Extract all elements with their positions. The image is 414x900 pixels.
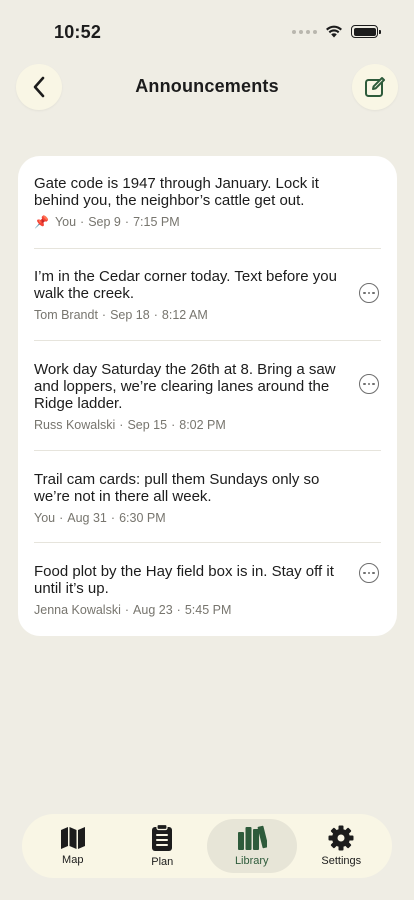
announcement-time: 8:12 AM (161, 308, 208, 322)
announcement-meta: You · Aug 31 · 6:30 PM (34, 511, 337, 525)
gear-icon (328, 825, 354, 851)
announcement-time: 8:02 PM (179, 418, 226, 432)
compose-button[interactable] (352, 64, 398, 110)
meta-separator: · (176, 603, 181, 617)
announcement-meta: Tom Brandt · Sep 18 · 8:12 AM (34, 308, 337, 322)
announcement-item[interactable]: Work day Saturday the 26th at 8. Bring a… (34, 341, 381, 451)
tab-settings[interactable]: Settings (297, 819, 387, 873)
announcement-text: I’m in the Cedar corner today. Text befo… (34, 268, 337, 302)
announcement-text: Trail cam cards: pull them Sundays only … (34, 471, 320, 505)
announcement-date: Aug 23 (133, 603, 173, 617)
compose-icon (365, 77, 385, 97)
map-icon (60, 827, 85, 849)
announcements-card: Gate code is 1947 through January. Lock … (18, 156, 397, 636)
pin-icon: 📌 (34, 215, 49, 229)
tab-label: Library (234, 855, 269, 867)
tab-label: Map (62, 854, 84, 866)
tab-label: Settings (321, 855, 362, 867)
announcement-author: You (54, 215, 77, 229)
announcement-author: You (34, 511, 56, 525)
announcement-date: Sep 9 (88, 215, 121, 229)
tab-map[interactable]: Map (28, 819, 118, 873)
announcement-time: 7:15 PM (133, 215, 180, 229)
meta-separator: · (171, 418, 176, 432)
meta-separator: · (101, 308, 107, 322)
meta-separator: · (124, 215, 130, 229)
announcement-time: 5:45 PM (184, 603, 232, 617)
announcement-date: Sep 18 (110, 308, 150, 322)
battery-icon (351, 25, 381, 38)
more-options-button[interactable] (359, 283, 379, 303)
announcement-date: Sep 15 (127, 418, 168, 432)
meta-separator: · (124, 603, 130, 617)
announcement-time: 6:30 PM (119, 511, 166, 525)
announcement-author: Jenna Kowalski (34, 603, 121, 617)
announcement-meta: Jenna Kowalski · Aug 23 · 5:45 PM (34, 603, 337, 617)
announcement-text: Work day Saturday the 26th at 8. Bring a… (34, 361, 336, 412)
meta-separator: · (59, 511, 64, 525)
tab-label: Plan (151, 856, 174, 868)
status-icons (292, 25, 381, 38)
books-icon (237, 825, 267, 850)
announcement-text: Food plot by the Hay field box is in. St… (34, 563, 334, 597)
announcement-item[interactable]: Trail cam cards: pull them Sundays only … (34, 451, 381, 543)
announcement-author: Tom Brandt (34, 308, 98, 322)
status-bar: 10:52 (0, 0, 414, 60)
meta-separator: · (110, 511, 116, 525)
header: Announcements (0, 64, 414, 112)
announcement-meta: Russ Kowalski · Sep 15 · 8:02 PM (34, 418, 337, 432)
announcement-item[interactable]: Gate code is 1947 through January. Lock … (34, 156, 381, 249)
meta-separator: · (153, 308, 158, 322)
announcement-text: Gate code is 1947 through January. Lock … (34, 175, 319, 209)
clipboard-icon (152, 824, 173, 851)
announcement-meta: 📌 You · Sep 9 · 7:15 PM (34, 215, 337, 229)
tab-plan[interactable]: Plan (118, 819, 208, 873)
meta-separator: · (80, 215, 85, 229)
signal-dots-icon (292, 29, 317, 34)
more-options-button[interactable] (359, 374, 379, 394)
wifi-icon (326, 25, 342, 38)
announcement-date: Aug 31 (67, 511, 107, 525)
status-time: 10:52 (54, 22, 102, 42)
announcement-item[interactable]: Food plot by the Hay field box is in. St… (34, 543, 381, 635)
tab-bar: Map Plan Library Settings (22, 814, 392, 878)
meta-separator: · (119, 418, 124, 432)
tab-library[interactable]: Library (207, 819, 297, 873)
announcement-item[interactable]: I’m in the Cedar corner today. Text befo… (34, 249, 381, 341)
announcement-author: Russ Kowalski (34, 418, 116, 432)
more-options-button[interactable] (359, 563, 379, 583)
